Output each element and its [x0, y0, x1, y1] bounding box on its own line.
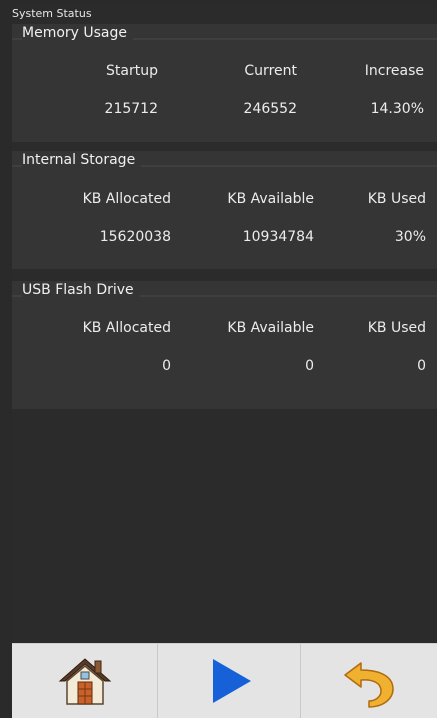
memory-header-current: Current [244, 63, 297, 79]
usb-flash-drive-group: USB Flash Drive KB Allocated KB Availabl… [12, 281, 437, 409]
play-button[interactable] [158, 644, 300, 718]
undo-button[interactable] [301, 644, 437, 718]
memory-header-increase: Increase [364, 63, 424, 79]
usb-value-used: 0 [417, 358, 426, 374]
memory-usage-group: Memory Usage Startup Current Increase 21… [12, 24, 437, 142]
memory-header-startup: Startup [106, 63, 158, 79]
system-status-screen: System Status Memory Usage Startup Curre… [12, 6, 437, 643]
undo-icon [344, 662, 394, 708]
usb-header-used: KB Used [367, 320, 426, 336]
usb-header-allocated: KB Allocated [82, 320, 171, 336]
memory-usage-title: Memory Usage [22, 24, 134, 42]
window-title: System Status [12, 7, 92, 20]
internal-header-allocated: KB Allocated [82, 191, 171, 207]
internal-storage-group: Internal Storage KB Allocated KB Availab… [12, 151, 437, 269]
home-icon [58, 658, 111, 705]
memory-value-increase: 14.30% [370, 101, 424, 117]
memory-value-current: 246552 [243, 101, 297, 117]
bottom-toolbar [12, 643, 437, 718]
play-icon [213, 659, 251, 703]
usb-value-allocated: 0 [162, 358, 171, 374]
internal-header-available: KB Available [227, 191, 314, 207]
home-button[interactable] [12, 644, 157, 718]
internal-value-allocated: 15620038 [99, 229, 171, 245]
memory-value-startup: 215712 [104, 101, 158, 117]
internal-storage-title: Internal Storage [22, 151, 142, 169]
usb-value-available: 0 [305, 358, 314, 374]
usb-flash-drive-title: USB Flash Drive [22, 281, 140, 299]
internal-header-used: KB Used [367, 191, 426, 207]
internal-value-available: 10934784 [242, 229, 314, 245]
internal-value-used: 30% [394, 229, 426, 245]
usb-header-available: KB Available [227, 320, 314, 336]
